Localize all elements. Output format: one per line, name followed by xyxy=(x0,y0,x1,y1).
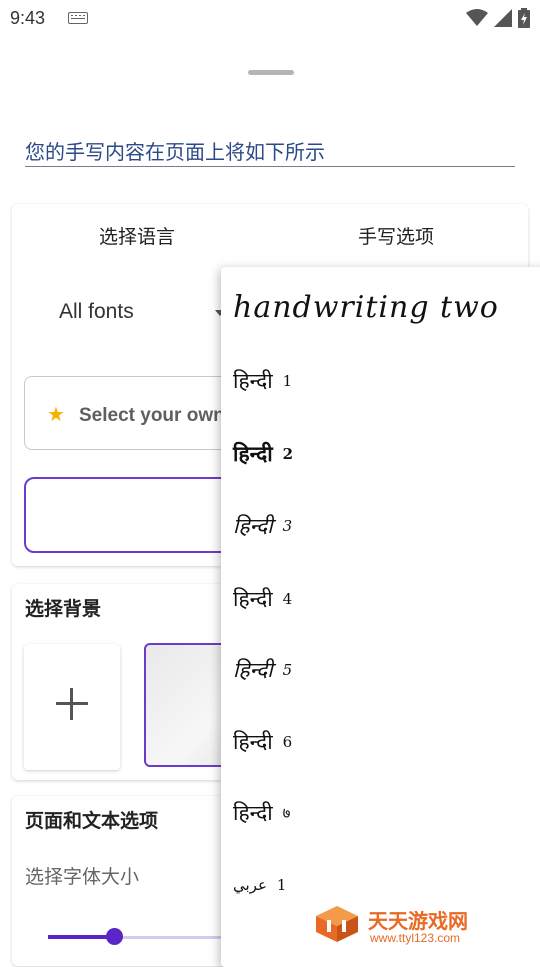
font-option-label: हिन्दी xyxy=(233,514,273,538)
sheet-drag-handle[interactable] xyxy=(248,70,294,75)
font-option-label: हिन्दी xyxy=(233,730,273,754)
background-title: 选择背景 xyxy=(25,598,102,620)
watermark-url: www.ttyl123.com xyxy=(370,931,461,945)
font-option-label: हिन्दी xyxy=(233,658,273,682)
font-option[interactable]: हिन्दी 6 xyxy=(233,712,533,772)
battery-icon xyxy=(518,8,530,28)
font-option-number: 2 xyxy=(282,445,294,463)
font-option-number: 1 xyxy=(276,876,287,894)
handwriting-preview: 您的手写内容在页面上将如下所示 xyxy=(25,138,515,167)
font-option[interactable]: हिन्दी 1 xyxy=(233,351,533,411)
font-option[interactable]: हिन्दी 5 xyxy=(233,640,533,700)
font-option-label: handwriting two xyxy=(233,289,499,325)
status-time: 9:43 xyxy=(10,8,46,28)
font-option[interactable]: handwriting two xyxy=(233,277,533,337)
wifi-icon xyxy=(466,9,488,26)
plus-icon xyxy=(56,688,88,720)
font-option-label: हिन्दी xyxy=(233,587,273,611)
font-option-number: 5 xyxy=(282,661,293,679)
status-bar: 9:43 xyxy=(0,0,540,38)
select-own-font-label: Select your own xyxy=(79,405,225,426)
font-option-label: हिन्दी xyxy=(233,369,273,393)
tab-handwriting-options[interactable]: 手写选项 xyxy=(358,222,434,249)
font-option-number: ७ xyxy=(282,804,291,822)
font-size-slider-thumb[interactable] xyxy=(106,928,123,945)
tab-select-language[interactable]: 选择语言 xyxy=(99,222,175,249)
star-icon: ★ xyxy=(47,402,65,426)
font-option-number: 1 xyxy=(282,372,293,390)
status-icons xyxy=(466,8,530,28)
font-size-label: 选择字体大小 xyxy=(25,866,140,888)
signal-icon xyxy=(494,9,512,27)
font-option-label: عربي xyxy=(233,876,267,894)
keyboard-icon xyxy=(68,12,88,24)
font-option-label: हिन्दी xyxy=(233,441,273,466)
font-option-number: 4 xyxy=(282,590,293,608)
font-option-label: हिन्दी xyxy=(233,801,273,825)
add-background-button[interactable] xyxy=(24,644,120,770)
watermark-text: 天天游戏网 xyxy=(368,909,468,933)
font-option-number: 3 xyxy=(282,517,293,535)
watermark-logo-icon xyxy=(316,906,358,942)
font-option[interactable]: हिन्दी ७ xyxy=(233,783,533,843)
page-text-options-title: 页面和文本选项 xyxy=(25,810,159,832)
font-option-number: 6 xyxy=(282,733,293,751)
font-filter-select[interactable]: All fonts xyxy=(59,300,134,324)
preview-text: 您的手写内容在页面上将如下所示 xyxy=(25,140,325,164)
font-dropdown-menu: handwriting two हिन्दी 1 हिन्दी 2 हिन्दी… xyxy=(221,267,540,967)
font-size-slider-fill xyxy=(48,935,114,939)
font-option[interactable]: हिन्दी 4 xyxy=(233,569,533,629)
font-option[interactable]: हिन्दी 2 xyxy=(233,424,533,484)
font-option[interactable]: हिन्दी 3 xyxy=(233,496,533,556)
watermark: 天天游戏网 www.ttyl123.com xyxy=(314,904,504,950)
